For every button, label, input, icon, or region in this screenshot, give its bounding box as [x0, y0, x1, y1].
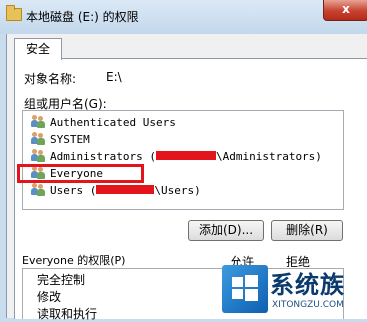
list-item-authenticated-users[interactable]: Authenticated Users: [31, 115, 176, 131]
user-name: Authenticated Users: [50, 116, 176, 129]
permissions-label: Everyone 的权限(P): [22, 254, 126, 267]
object-name-value: E:\: [106, 70, 122, 84]
tab-security[interactable]: 安全: [14, 38, 62, 60]
remove-button[interactable]: 删除(R): [271, 220, 343, 241]
list-item-system[interactable]: SYSTEM: [31, 132, 90, 148]
users-icon: [31, 115, 46, 128]
list-item-administrators[interactable]: Administrators ( \Administrators): [31, 149, 322, 165]
users-icon: [31, 183, 46, 196]
object-name-label: 对象名称:: [24, 72, 77, 86]
redaction-bar: [96, 185, 155, 194]
users-icon: [31, 132, 46, 145]
user-name-suffix: \Users): [154, 184, 201, 197]
watermark-text: 系统族: [270, 271, 345, 299]
users-icon: [31, 149, 46, 162]
user-name-prefix: Administrators (: [50, 150, 156, 163]
close-button[interactable]: x: [323, 0, 367, 21]
list-item-users[interactable]: Users ( \Users): [31, 183, 201, 199]
watermark-url: XITONGZU.COM: [272, 300, 344, 310]
window-title: 本地磁盘 (E:) 的权限: [26, 10, 139, 24]
add-button[interactable]: 添加(D)...: [188, 220, 264, 241]
redaction-bar: [155, 151, 216, 160]
user-name: SYSTEM: [50, 133, 90, 146]
user-list[interactable]: Authenticated Users SYSTEM Administrator…: [22, 110, 344, 210]
highlight-box: [17, 164, 144, 183]
user-name-prefix: Users (: [50, 184, 97, 197]
folder-icon: [6, 5, 22, 21]
windows-logo-icon: [222, 265, 268, 313]
permission-full-control: 完全控制: [37, 273, 86, 287]
permission-modify: 修改: [37, 290, 62, 304]
permission-read-execute: 读取和执行: [37, 307, 98, 321]
user-name-suffix: \Administrators): [215, 150, 322, 163]
